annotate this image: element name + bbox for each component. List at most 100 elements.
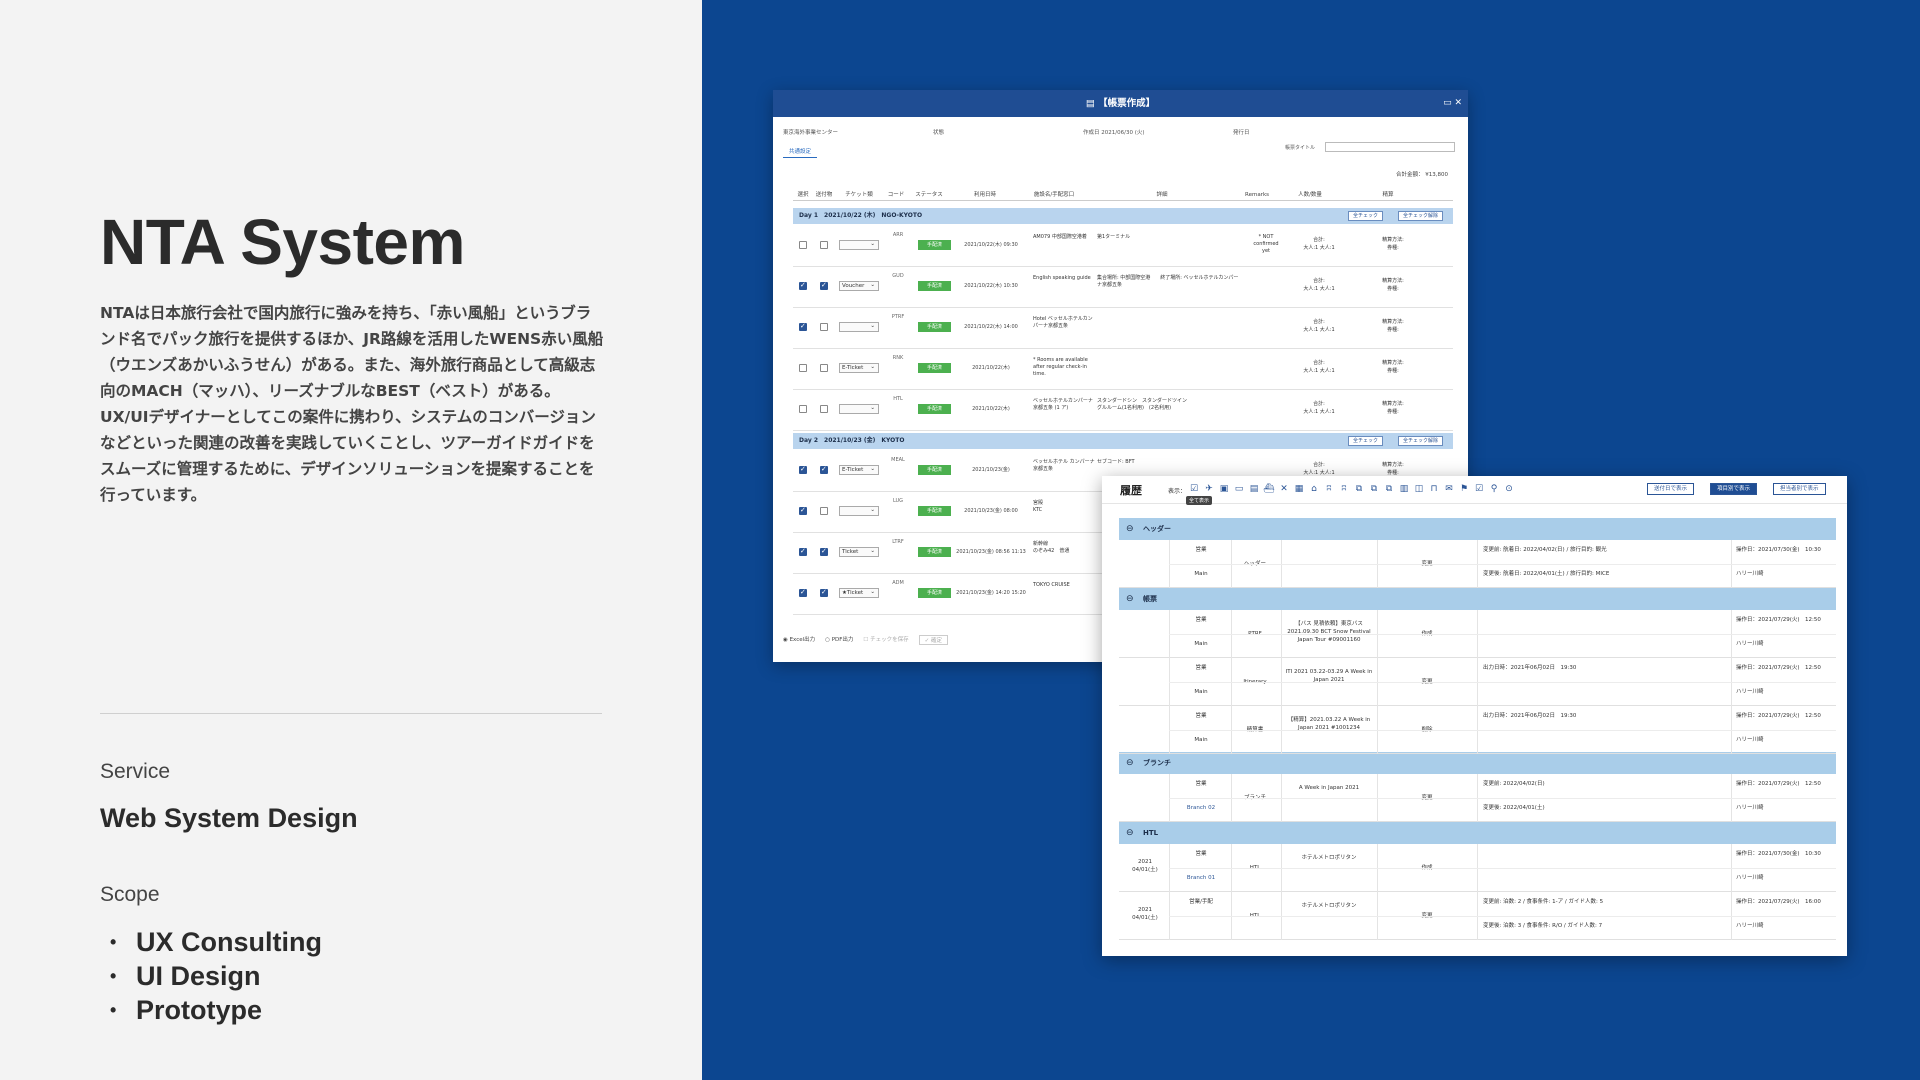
chevron-down-icon: ⌄: [870, 466, 875, 472]
change-before: 出力日時：2021年06月02日 19:30: [1483, 665, 1577, 671]
col-header: Remarks: [1245, 192, 1269, 198]
chat-icon[interactable]: ✉: [1443, 483, 1455, 495]
change-before: 出力日時：2021年06月02日 19:30: [1483, 713, 1577, 719]
more-icon[interactable]: ⊙: [1503, 483, 1515, 495]
send-checkbox[interactable]: [820, 364, 828, 372]
select-checkbox[interactable]: [799, 405, 807, 413]
section-header[interactable]: 帳票: [1119, 588, 1836, 610]
bus-icon[interactable]: ▣: [1218, 483, 1230, 495]
facility-name: TOKYO CRUISE: [1033, 582, 1070, 588]
check-all-button[interactable]: 全チェック: [1347, 211, 1383, 221]
ticket-select[interactable]: Ticket ⌄: [839, 547, 879, 557]
send-checkbox[interactable]: [820, 323, 828, 331]
section-header[interactable]: HTL: [1119, 822, 1836, 844]
select-checkbox[interactable]: [799, 241, 807, 249]
tab-common-settings[interactable]: 共通設定: [783, 147, 818, 158]
select-checkbox[interactable]: [799, 364, 807, 372]
uncheck-all-button[interactable]: 全チェック解除: [1397, 211, 1443, 221]
send-checkbox[interactable]: [820, 281, 828, 290]
shop-icon[interactable]: ⊓: [1428, 483, 1440, 495]
meal-icon[interactable]: ʭ: [1323, 483, 1335, 495]
excel-radio[interactable]: ◉ Excel出力: [783, 635, 815, 645]
view-by-item-button[interactable]: 項目別で表示: [1710, 483, 1758, 495]
check-all-button[interactable]: 全チェック: [1347, 436, 1383, 446]
send-checkbox[interactable]: [820, 588, 828, 597]
send-checkbox[interactable]: [820, 405, 828, 413]
ticket-select[interactable]: Voucher ⌄: [839, 281, 879, 291]
close-icon[interactable]: ✕: [1454, 98, 1462, 108]
change-after: 変更後: 航着日: 2022/04/01(土) / 旅行目的: MICE: [1483, 571, 1610, 577]
section-header[interactable]: ブランチ: [1119, 752, 1836, 774]
flag-icon[interactable]: ⚑: [1458, 483, 1470, 495]
ship-icon[interactable]: ⛴: [1263, 483, 1275, 495]
use-datetime: 2021/10/22(木): [972, 365, 1010, 371]
bag-icon[interactable]: ▥: [1398, 483, 1410, 495]
table-header: 選択 送付物 チケット類 コード ステータス 利用日時 施設名/手配窓口 詳細 …: [793, 189, 1453, 201]
section-header[interactable]: ヘッダー: [1119, 518, 1836, 540]
confirm-button[interactable]: ✓ 確定: [918, 635, 948, 645]
pdf-radio[interactable]: ○ PDF出力: [825, 635, 853, 645]
report-window-title: 【帳票作成】: [1098, 98, 1156, 109]
ticket-select[interactable]: E-Ticket ⌄: [839, 465, 879, 475]
change-before: 変更前: 航着日: 2022/04/02(日) / 旅行目的: 観光: [1483, 547, 1607, 553]
hotel-icon[interactable]: ⌂: [1308, 483, 1320, 495]
ticket-select[interactable]: ⌄: [839, 506, 879, 516]
uncheck-all-button[interactable]: 全チェック解除: [1397, 436, 1443, 446]
check-icon[interactable]: ☑: [1473, 483, 1485, 495]
train-icon[interactable]: ▤: [1248, 483, 1260, 495]
col-header: チケット類: [845, 192, 873, 198]
settlement-info: 精算方法: 券種:: [1382, 401, 1404, 415]
checkbox-icon[interactable]: ☑: [1188, 483, 1200, 495]
history-title: 履歴: [1120, 484, 1142, 497]
select-checkbox[interactable]: [799, 281, 807, 290]
select-checkbox[interactable]: [799, 465, 807, 474]
report-window-titlebar: ▤ 【帳票作成】 ▭ ✕: [773, 90, 1468, 117]
department: 営業: [1195, 665, 1207, 671]
x-icon[interactable]: ✕: [1278, 483, 1290, 495]
meal-icon[interactable]: ʭ: [1338, 483, 1350, 495]
report-title-input[interactable]: [1325, 142, 1455, 152]
use-datetime: 2021/10/23(金) 08:00: [964, 508, 1018, 514]
col-header: コード: [887, 192, 905, 198]
pin-icon[interactable]: ⚲: [1488, 483, 1500, 495]
ticket-select[interactable]: ⌄: [839, 240, 879, 250]
luggage-icon[interactable]: ⧉: [1368, 483, 1380, 495]
item-name: ホテルメトロポリタン: [1301, 903, 1357, 909]
send-checkbox[interactable]: [820, 507, 828, 515]
ticket-select[interactable]: ⌄: [839, 404, 879, 414]
send-checkbox[interactable]: [820, 547, 828, 556]
table-row: Voucher⌄ GUD 手配済 2021/10/22(木) 10:30 English…: [793, 267, 1453, 308]
gift-icon[interactable]: ◫: [1413, 483, 1425, 495]
save-check-checkbox[interactable]: ☐ チェックを保存: [863, 635, 908, 645]
item-name: ホテルメトロポリタン: [1301, 855, 1357, 861]
send-checkbox[interactable]: [820, 241, 828, 249]
send-checkbox[interactable]: [820, 465, 828, 474]
row-divider: [1169, 798, 1836, 799]
history-toolbar: 履歴 表示： ☑ ✈ ▣ ▭ ▤ ⛴ ✕ ▦ ⌂ ʭ ʭ ⧉ ⧉ ⧉ ▥ ◫ ⊓…: [1102, 476, 1847, 505]
ticket-select[interactable]: ★Ticket ⌄: [839, 588, 879, 598]
view-by-date-button[interactable]: 送付日で表示: [1647, 483, 1695, 495]
maximize-icon[interactable]: ▭: [1443, 98, 1452, 108]
select-checkbox[interactable]: [799, 588, 807, 597]
operation-date: 操作日：2021/07/29(火) 16:00: [1736, 899, 1821, 905]
select-checkbox[interactable]: [799, 322, 807, 331]
meta-office: 東京海外事業センター: [783, 130, 839, 136]
luggage-icon[interactable]: ⧉: [1353, 483, 1365, 495]
item-name: A Week in Japan 2021: [1298, 785, 1360, 791]
select-checkbox[interactable]: [799, 506, 807, 515]
luggage-icon[interactable]: ⧉: [1383, 483, 1395, 495]
ticket-select[interactable]: E-Ticket ⌄: [839, 363, 879, 373]
facility-name: Hotel ベッセルホテルカンパーナ京都五条: [1033, 316, 1093, 329]
people-count: 合計: 大人:1 大人:1: [1303, 278, 1335, 292]
department: 営業: [1195, 617, 1207, 623]
operator-name: ハリー川崎: [1736, 923, 1764, 929]
coach-icon[interactable]: ▦: [1293, 483, 1305, 495]
car-icon[interactable]: ▭: [1233, 483, 1245, 495]
status-badge: 手配済: [918, 363, 951, 373]
plane-icon[interactable]: ✈: [1203, 483, 1215, 495]
ticket-select[interactable]: ⌄: [839, 322, 879, 332]
view-by-person-button[interactable]: 担当者別で表示: [1773, 483, 1826, 495]
operation-date: 操作日：2021/07/30(金) 10:30: [1736, 547, 1821, 553]
filter-icons: ☑ ✈ ▣ ▭ ▤ ⛴ ✕ ▦ ⌂ ʭ ʭ ⧉ ⧉ ⧉ ▥ ◫ ⊓ ✉ ⚑ ☑: [1188, 483, 1515, 495]
select-checkbox[interactable]: [799, 547, 807, 556]
